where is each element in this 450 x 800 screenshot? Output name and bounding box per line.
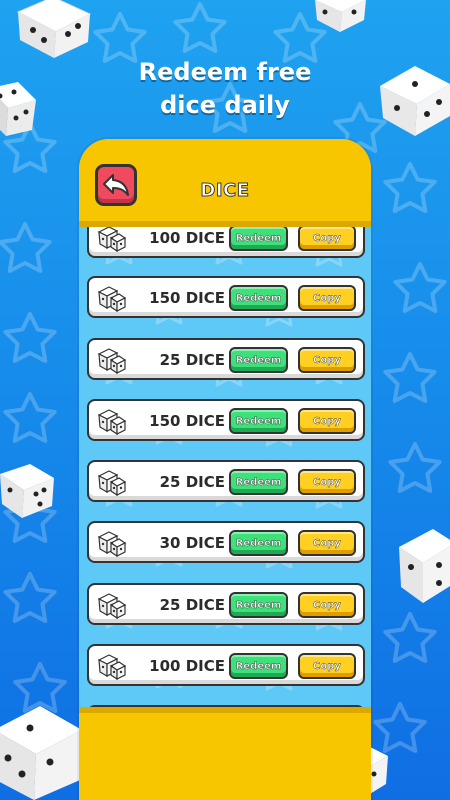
redeem-button[interactable]: Redeem [229, 592, 288, 618]
list-item: 25 DICE Redeem Copy [87, 460, 365, 502]
dice-decoration-icon [399, 529, 450, 603]
promo-headline: Redeem free dice daily [0, 56, 450, 122]
copy-button[interactable]: Copy [298, 227, 356, 251]
dice-icon [97, 407, 127, 436]
app-footer [79, 707, 371, 800]
dice-amount: 100 DICE [149, 657, 225, 675]
dice-icon [97, 346, 127, 375]
list-item: 25 DICE Redeem Copy [87, 583, 365, 625]
redeem-button[interactable]: Redeem [229, 227, 288, 251]
dice-icon [97, 227, 127, 253]
copy-button[interactable]: Copy [298, 592, 356, 618]
dice-decoration-icon [16, 0, 92, 58]
redeem-button[interactable]: Redeem [229, 469, 288, 495]
promo-line-1: Redeem free [138, 58, 312, 86]
list-item: 150 DICE Redeem Copy [87, 399, 365, 441]
app-header: DICE [79, 139, 371, 227]
code-list[interactable]: 100 DICE Redeem Copy 150 DICE Redeem Copy 25 D… [79, 227, 371, 707]
redeem-button[interactable]: Redeem [229, 347, 288, 373]
dice-amount: 25 DICE [159, 473, 225, 491]
dice-icon [97, 652, 127, 681]
dice-decoration-icon [0, 706, 82, 800]
dice-amount: 100 DICE [149, 229, 225, 247]
redeem-button[interactable]: Redeem [229, 285, 288, 311]
list-item: 25 DICE Redeem Copy [87, 338, 365, 380]
dice-decoration-icon [0, 464, 54, 518]
list-item: 100 DICERedeem Copy [87, 644, 365, 686]
app-screen: DICE 100 DICE Redeem Copy 150 DICE Redeem Cop… [79, 139, 371, 800]
copy-button[interactable]: Copy [298, 530, 356, 556]
redeem-button[interactable]: Redeem [229, 530, 288, 556]
dice-amount: 25 DICE [159, 351, 225, 369]
dice-icon [97, 284, 127, 313]
list-item: 30 DICE Redeem Copy [87, 521, 365, 563]
copy-button[interactable]: Copy [298, 653, 356, 679]
dice-amount: 150 DICE [149, 412, 225, 430]
dice-icon [97, 591, 127, 620]
redeem-button[interactable]: Redeem [229, 408, 288, 434]
copy-button[interactable]: Copy [298, 408, 356, 434]
copy-button[interactable]: Copy [298, 469, 356, 495]
dice-decoration-icon [315, 0, 366, 32]
dice-amount: 150 DICE [149, 289, 225, 307]
dice-amount: 25 DICE [159, 596, 225, 614]
redeem-button[interactable]: Redeem [229, 653, 288, 679]
promo-line-2: dice daily [160, 91, 290, 119]
dice-amount: 30 DICE [159, 534, 225, 552]
dice-icon [97, 529, 127, 558]
list-item: 100 DICERedeem Copy [87, 227, 365, 258]
copy-button[interactable]: Copy [298, 347, 356, 373]
dice-icon [97, 468, 127, 497]
copy-button[interactable]: Copy [298, 285, 356, 311]
page-title: DICE [200, 180, 250, 202]
list-item: 150 DICE Redeem Copy [87, 276, 365, 318]
